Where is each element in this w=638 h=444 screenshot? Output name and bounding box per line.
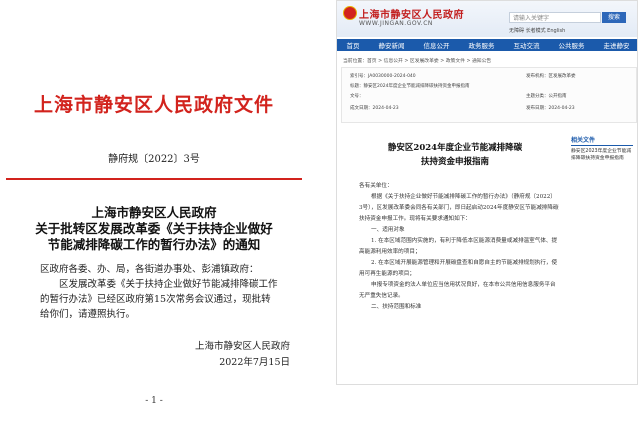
- page-number: - 1 -: [145, 396, 163, 406]
- issue-date: 2022年7月15日: [219, 357, 290, 368]
- nav-item-services[interactable]: 政务服务: [469, 40, 495, 50]
- meta-topic: 主题分类：公开指南: [526, 93, 567, 99]
- site-header: 上海市静安区人民政府 WWW.JINGAN.GOV.CN 请输入关键字 搜索 无…: [337, 1, 637, 37]
- government-webpage: 上海市静安区人民政府 WWW.JINGAN.GOV.CN 请输入关键字 搜索 无…: [336, 0, 638, 385]
- nav-item-interaction[interactable]: 互动交流: [514, 40, 540, 50]
- meta-value: 公开指南: [548, 94, 567, 99]
- meta-doc-no: 文号：: [350, 93, 364, 99]
- signer: 上海市静安区人民政府: [194, 341, 290, 352]
- nav-item-public[interactable]: 公共服务: [559, 40, 585, 50]
- article-title-line: 静安区2024年度企业节能减排降碳: [387, 143, 523, 153]
- nav-item-about[interactable]: 走进静安: [604, 40, 630, 50]
- article-paragraph: 1. 在本区域范围内实施的，有利于降低本区能源消费量或减排温室气体、提高能源利用…: [359, 238, 558, 255]
- notice-title: 上海市静安区人民政府 关于批转区发展改革委《关于扶持企业做好 节能减排降碳工作的…: [0, 205, 308, 253]
- meta-value: JA0030000-2024-040: [368, 74, 416, 79]
- meta-value: 静安区2024年度企业节能减排降碳扶持资金申报指南: [363, 84, 470, 89]
- notice-title-line: 节能减排降碳工作的暂行办法》的通知: [47, 237, 261, 252]
- meta-label: 主题分类：: [526, 94, 549, 99]
- site-name[interactable]: 上海市静安区人民政府: [359, 6, 464, 21]
- document-header-title: 上海市静安区人民政府文件: [33, 94, 274, 116]
- government-document: 上海市静安区人民政府文件 静府规〔2022〕3号 上海市静安区人民政府 关于批转…: [0, 0, 308, 444]
- meta-label: 成文日期：: [350, 106, 373, 111]
- meta-date: 成文日期：2024-04-23: [350, 105, 399, 111]
- top-links[interactable]: 无障碍 长者模式 English: [509, 27, 565, 34]
- site-url: WWW.JINGAN.GOV.CN: [359, 20, 433, 27]
- meta-pubdate: 发布日期：2024-04-23: [526, 105, 575, 111]
- breadcrumb[interactable]: 当前位置：首页 > 信息公开 > 区发展改革委 > 政策文件 > 通知公告: [343, 57, 633, 64]
- red-divider: [6, 178, 302, 180]
- nav-item-news[interactable]: 静安新闻: [379, 40, 405, 50]
- article-heading: 二、扶持范围和标准: [371, 304, 422, 310]
- document-number: 静府规〔2022〕3号: [108, 154, 200, 165]
- sidebar-title: 相关文件: [571, 135, 633, 146]
- related-file-link[interactable]: 静安区2023年度企业节能减排降碳扶持资金申报指南: [571, 148, 633, 162]
- main-nav: 首页 静安新闻 信息公开 政务服务 互动交流 公共服务 走进静安: [337, 39, 637, 51]
- signature-block: 上海市静安区人民政府 2022年7月15日: [150, 339, 290, 371]
- meta-label: 文号：: [350, 94, 364, 99]
- notice-title-line: 关于批转区发展改革委《关于扶持企业做好: [35, 221, 273, 236]
- meta-label: 索引号：: [350, 74, 368, 79]
- article-title: 静安区2024年度企业节能减排降碳 扶持资金申报指南: [355, 141, 555, 169]
- meta-value: 2024-04-23: [548, 106, 575, 111]
- article-salutation: 各有关单位：: [359, 183, 393, 189]
- related-files-sidebar: 相关文件 静安区2023年度企业节能减排降碳扶持资金申报指南: [571, 135, 633, 195]
- meta-value: 区发展改革委: [548, 74, 576, 79]
- body-paragraph: 区发展改革委《关于扶持企业做好节能减排降碳工作的暂行办法》已经区政府第15次常务…: [40, 279, 278, 320]
- article-title-line: 扶持资金申报指南: [420, 157, 489, 167]
- article-paragraph: 2. 在本区域开展能源管理和开展碳盘查和自愿自主的节能减排规划执行，使用可再生能…: [359, 260, 558, 277]
- meta-label: 标题：: [350, 84, 364, 89]
- document-body: 区政府各委、办、局，各街道办事处、彭浦镇政府： 区发展改革委《关于扶持企业做好节…: [40, 262, 280, 322]
- article-heading: 一、适用对象: [371, 227, 405, 233]
- meta-publisher: 发布机构：区发展改革委: [526, 73, 576, 79]
- notice-title-line: 上海市静安区人民政府: [91, 205, 217, 220]
- meta-label: 发布日期：: [526, 106, 549, 111]
- nav-item-info[interactable]: 信息公开: [424, 40, 450, 50]
- metadata-table: 索引号：JA0030000-2024-040 发布机构：区发展改革委 标题：静安…: [341, 67, 637, 123]
- salutation: 区政府各委、办、局，各街道办事处、彭浦镇政府：: [40, 264, 259, 275]
- meta-label: 发布机构：: [526, 74, 549, 79]
- nav-item-home[interactable]: 首页: [347, 40, 360, 50]
- search-button[interactable]: 搜索: [602, 12, 626, 23]
- meta-index: 索引号：JA0030000-2024-040: [350, 73, 416, 79]
- search-input[interactable]: 请输入关键字: [509, 12, 601, 23]
- national-emblem-icon: [343, 6, 357, 20]
- meta-subject: 标题：静安区2024年度企业节能减排降碳扶持资金申报指南: [350, 83, 469, 89]
- meta-value: 2024-04-23: [372, 106, 399, 111]
- article-body: 各有关单位： 根据《关于扶持企业做好节能减排降碳工作的暂行办法》（静府规〔202…: [359, 181, 559, 313]
- article-paragraph: 根据《关于扶持企业做好节能减排降碳工作的暂行办法》（静府规〔2022〕3号），区…: [359, 194, 559, 222]
- article-paragraph: 申报专项资金的法人单位应当信用状况良好，在本市公共信用信息服务平台无严重失信记录…: [359, 282, 556, 299]
